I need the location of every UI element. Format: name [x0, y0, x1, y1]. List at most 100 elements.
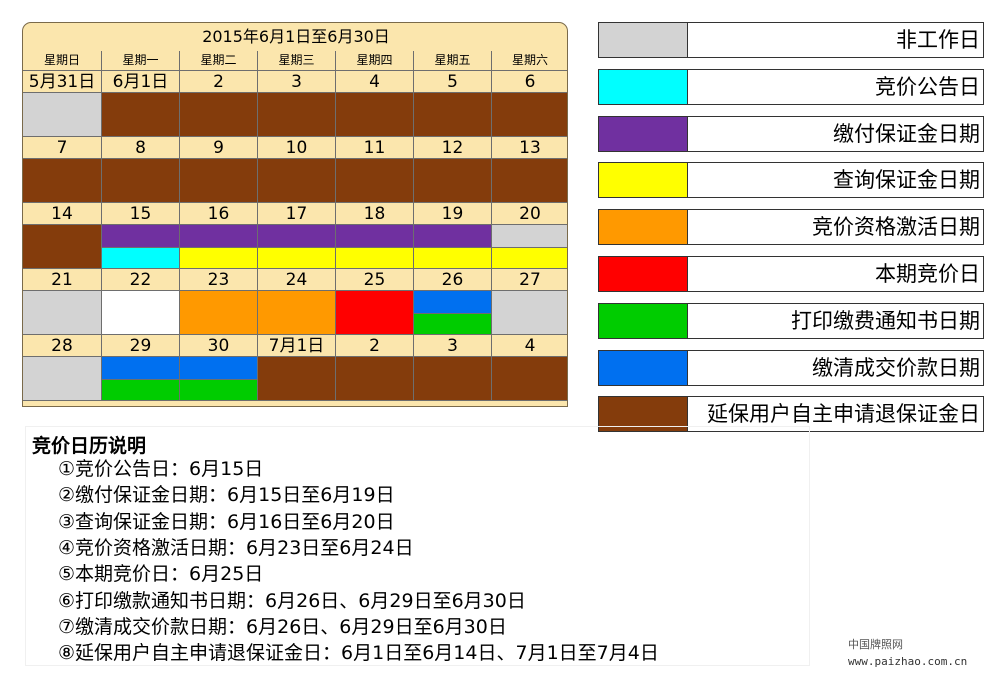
- day-number: 26: [414, 269, 492, 291]
- day-status-block: [180, 291, 258, 335]
- day-number: 3: [414, 335, 492, 357]
- weekday-header: 星期一: [102, 51, 180, 71]
- day-status-block: [180, 357, 258, 380]
- day-status-block: [180, 159, 258, 203]
- notes-item: ①竞价公告日：6月15日: [58, 458, 264, 480]
- notes-item: ⑧延保用户自主申请退保证金日：6月1日至6月14日、7月1日至7月4日: [58, 642, 659, 665]
- legend-label: 非工作日: [688, 22, 984, 58]
- day-number: 17: [258, 203, 336, 225]
- day-status-block: [102, 159, 180, 203]
- day-status-block: [258, 248, 336, 269]
- day-status-block: [102, 291, 180, 335]
- legend-swatch: [598, 115, 688, 152]
- day-number: 6: [492, 71, 567, 93]
- legend-label: 查询保证金日期: [688, 162, 984, 199]
- day-status-block: [414, 159, 492, 203]
- day-number: 4: [492, 335, 567, 357]
- day-status-block: [492, 93, 567, 137]
- notes-item: ③查询保证金日期：6月16日至6月20日: [58, 510, 395, 533]
- day-status-block: [336, 159, 414, 203]
- day-number: 9: [180, 137, 258, 159]
- day-number: 2: [336, 335, 414, 357]
- day-status-block: [336, 357, 414, 401]
- weekday-header: 星期三: [258, 51, 336, 71]
- day-status-block: [336, 291, 414, 335]
- day-number: 2: [180, 71, 258, 93]
- day-status-block: [414, 314, 492, 335]
- legend-label: 竞价公告日: [688, 68, 984, 105]
- day-number: 6月1日: [102, 71, 180, 93]
- day-number: 28: [23, 335, 102, 357]
- calendar-title: 2015年6月1日至6月30日: [202, 27, 390, 46]
- calendar: 2015年6月1日至6月30日 星期日 星期一 星期二 星期三 星期四 星期五 星期六 5月3…: [22, 22, 568, 407]
- day-status-block: [258, 93, 336, 137]
- day-status-block: [492, 291, 567, 335]
- day-status-block: [102, 93, 180, 137]
- legend-swatch: [598, 209, 688, 246]
- weekday-header: 星期日: [23, 51, 102, 71]
- weekday-header: 星期五: [414, 51, 492, 71]
- day-status-block: [23, 225, 102, 269]
- notes-item: ⑥打印缴款通知书日期：6月26日、6月29日至6月30日: [58, 589, 526, 612]
- day-number: 21: [23, 269, 102, 291]
- day-status-block: [414, 225, 492, 248]
- legend-swatch: [598, 68, 688, 105]
- notes-item: ⑦缴清成交价款日期：6月26日、6月29日至6月30日: [58, 615, 507, 638]
- day-number: 16: [180, 203, 258, 225]
- day-status-block: [414, 248, 492, 269]
- notes-item: ⑤本期竞价日：6月25日: [58, 563, 264, 586]
- day-number: 27: [492, 269, 567, 291]
- notes-item: ④竞价资格激活日期：6月23日至6月24日: [58, 536, 414, 559]
- legend-swatch: [598, 302, 688, 339]
- weekday-header: 星期二: [180, 51, 258, 71]
- legend-swatch: [598, 22, 688, 58]
- day-number: 5: [414, 71, 492, 93]
- day-number: 7月1日: [258, 335, 336, 357]
- day-status-block: [23, 291, 102, 335]
- day-status-block: [336, 225, 414, 248]
- notes-item: ②缴付保证金日期：6月15日至6月19日: [58, 484, 395, 507]
- day-number: 19: [414, 203, 492, 225]
- day-status-block: [180, 248, 258, 269]
- day-number: 18: [336, 203, 414, 225]
- day-status-block: [23, 159, 102, 203]
- day-status-block: [258, 225, 336, 248]
- day-status-block: [492, 248, 567, 269]
- day-status-block: [23, 357, 102, 401]
- day-status-block: [258, 159, 336, 203]
- day-status-block: [336, 93, 414, 137]
- day-number: 11: [336, 137, 414, 159]
- day-status-block: [414, 291, 492, 314]
- watermark-url: www.paizhao.com.cn: [848, 655, 968, 668]
- day-status-block: [180, 225, 258, 248]
- day-number: 24: [258, 269, 336, 291]
- legend-label: 缴付保证金日期: [688, 115, 984, 152]
- day-number: 25: [336, 269, 414, 291]
- day-status-block: [414, 357, 492, 401]
- day-number: 4: [336, 71, 414, 93]
- day-status-block: [102, 248, 180, 269]
- day-number: 13: [492, 137, 567, 159]
- day-status-block: [102, 225, 180, 248]
- day-number: 23: [180, 269, 258, 291]
- day-status-block: [102, 357, 180, 380]
- day-status-block: [180, 380, 258, 401]
- day-status-block: [23, 93, 102, 137]
- day-number: 15: [102, 203, 180, 225]
- day-number: 30: [180, 335, 258, 357]
- day-number: 10: [258, 137, 336, 159]
- legend-swatch: [598, 349, 688, 386]
- day-number: 14: [23, 203, 102, 225]
- day-status-block: [258, 291, 336, 335]
- day-status-block: [492, 159, 567, 203]
- weekday-header: 星期四: [336, 51, 414, 71]
- weekday-header: 星期六: [492, 51, 567, 71]
- day-number: 12: [414, 137, 492, 159]
- day-status-block: [492, 225, 567, 248]
- watermark-logo-text: 中国牌照网: [848, 638, 903, 651]
- day-number: 29: [102, 335, 180, 357]
- day-number: 3: [258, 71, 336, 93]
- legend-label: 打印缴费通知书日期: [688, 302, 984, 339]
- day-number: 5月31日: [23, 71, 102, 93]
- day-number: 7: [23, 137, 102, 159]
